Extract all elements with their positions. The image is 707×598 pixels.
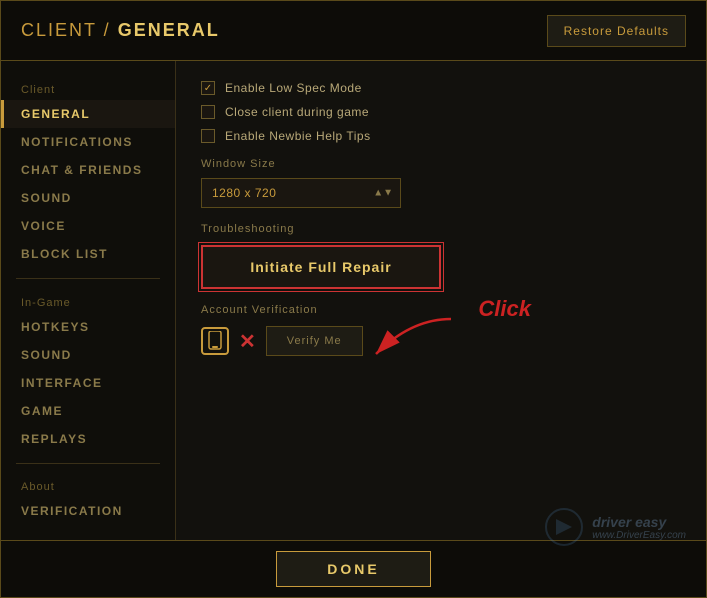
sidebar-item-sound-ig[interactable]: SOUND (1, 341, 175, 369)
watermark-url: www.DriverEasy.com (592, 530, 686, 541)
checkbox-close-client-label: Close client during game (225, 105, 369, 119)
header: CLIENT / GENERAL Restore Defaults (1, 1, 706, 61)
checkbox-newbie-tips-label: Enable Newbie Help Tips (225, 129, 371, 143)
driver-easy-logo (544, 507, 584, 547)
window-size-select[interactable]: 1280 x 720 1920 x 1080 1366 x 768 (201, 178, 401, 208)
check-icon: ✓ (204, 83, 212, 94)
phone-icon (201, 327, 229, 355)
sidebar-section-client: Client (1, 76, 175, 100)
checkbox-low-spec[interactable]: ✓ (201, 81, 215, 95)
watermark-brand: driver easy (592, 514, 686, 530)
checkbox-row-3: Enable Newbie Help Tips (201, 129, 681, 143)
initiate-repair-button[interactable]: Initiate Full Repair (201, 245, 441, 289)
window-size-wrapper: 1280 x 720 1920 x 1080 1366 x 768 ▲▼ (201, 178, 401, 208)
checkbox-newbie-tips[interactable] (201, 129, 215, 143)
sidebar-item-notifications[interactable]: NOTIFICATIONS (1, 128, 175, 156)
app-container: CLIENT / GENERAL Restore Defaults Client… (0, 0, 707, 598)
checkbox-row-1: ✓ Enable Low Spec Mode (201, 81, 681, 95)
sidebar-item-replays[interactable]: REPLAYS (1, 425, 175, 453)
sidebar-divider-1 (16, 278, 160, 279)
sidebar-item-game[interactable]: GAME (1, 397, 175, 425)
main-content: Client GENERAL NOTIFICATIONS CHAT & FRIE… (1, 61, 706, 540)
checkbox-close-client[interactable] (201, 105, 215, 119)
sidebar-item-interface[interactable]: INTERFACE (1, 369, 175, 397)
sidebar-item-verification[interactable]: VERIFICATION (1, 497, 175, 525)
x-error-icon: ✕ (239, 329, 256, 354)
checkbox-low-spec-label: Enable Low Spec Mode (225, 81, 362, 95)
sidebar-item-block-list[interactable]: BLOCK LIST (1, 240, 175, 268)
title-bold: GENERAL (118, 20, 220, 40)
window-size-label: Window Size (201, 158, 681, 170)
title-prefix: CLIENT / (21, 20, 118, 40)
account-row: ✕ Verify Me (201, 326, 681, 356)
watermark: driver easy www.DriverEasy.com (544, 507, 686, 547)
watermark-text-block: driver easy www.DriverEasy.com (592, 514, 686, 541)
sidebar-item-voice[interactable]: VOICE (1, 212, 175, 240)
restore-defaults-button[interactable]: Restore Defaults (547, 15, 686, 47)
sidebar-item-hotkeys[interactable]: HOTKEYS (1, 313, 175, 341)
sidebar-item-sound[interactable]: SOUND (1, 184, 175, 212)
sidebar-item-chat-friends[interactable]: CHAT & FRIENDS (1, 156, 175, 184)
sidebar-section-ingame: In-Game (1, 289, 175, 313)
sidebar: Client GENERAL NOTIFICATIONS CHAT & FRIE… (1, 61, 176, 540)
done-button[interactable]: DONE (276, 551, 430, 587)
content-area: ✓ Enable Low Spec Mode Close client duri… (176, 61, 706, 540)
header-title: CLIENT / GENERAL (21, 20, 220, 41)
footer: DONE (1, 540, 706, 597)
account-verification-label: Account Verification (201, 304, 681, 316)
sidebar-divider-2 (16, 463, 160, 464)
troubleshoot-label: Troubleshooting (201, 223, 681, 235)
sidebar-item-general[interactable]: GENERAL (1, 100, 175, 128)
verify-me-button[interactable]: Verify Me (266, 326, 363, 356)
checkbox-row-2: Close client during game (201, 105, 681, 119)
sidebar-section-about: About (1, 473, 175, 497)
